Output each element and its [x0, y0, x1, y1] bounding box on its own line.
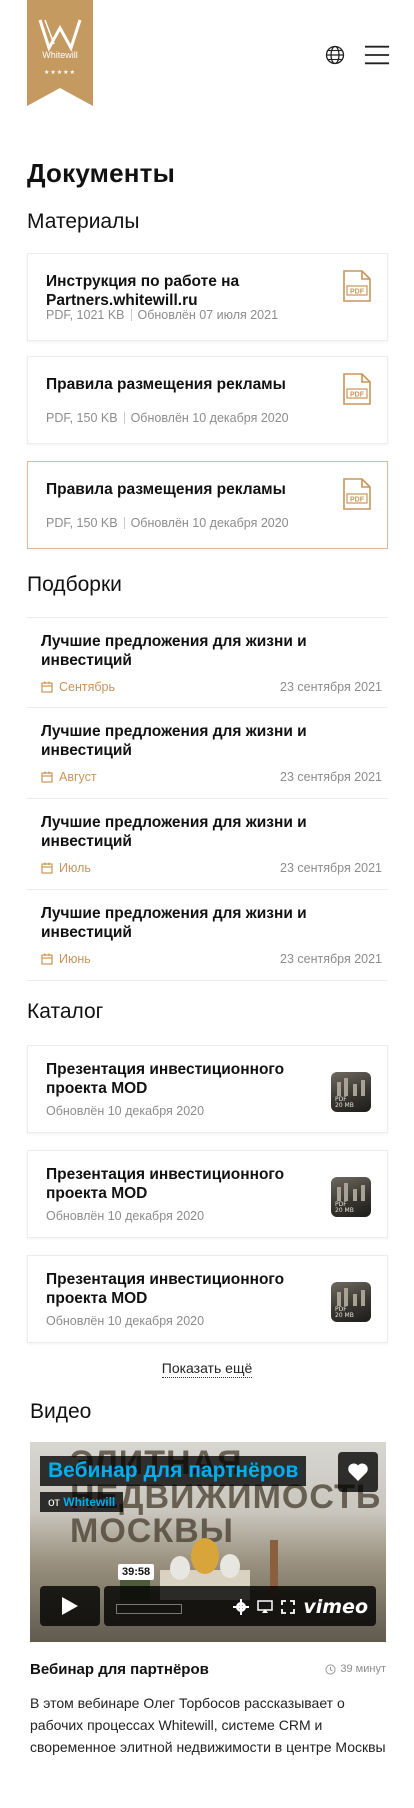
catalog-updated: Обновлён 10 декабря 2020 [46, 1314, 205, 1328]
vimeo-logo[interactable]: vimeo [303, 1596, 368, 1618]
catalog-thumbnail[interactable]: PDF 20 MB [331, 1072, 371, 1112]
video-player[interactable]: ЭЛИТНАЯ НЕДВИЖИМОСТЬ МОСКВЫ Вебинар для … [30, 1442, 386, 1642]
airplay-icon[interactable] [257, 1600, 274, 1614]
logo-text: Whitewill [42, 50, 78, 60]
material-meta: PDF, 150 KB Обновлён 10 декабря 2020 [46, 516, 289, 530]
thumb-size: 20 MB [335, 1102, 354, 1109]
selection-month: Август [41, 770, 97, 784]
logo-ribbon-icon: Whitewill ★★★★★ [27, 0, 93, 106]
video-name: Вебинар для партнёров [30, 1661, 209, 1678]
play-button[interactable] [40, 1586, 100, 1626]
selection-month-label: Сентябрь [59, 680, 115, 694]
selection-month-label: Июль [59, 861, 91, 875]
material-card[interactable]: Правила размещения рекламы PDF, 150 KB Об… [27, 461, 388, 549]
whitewill-logo[interactable]: Whitewill ★★★★★ [27, 0, 93, 106]
catalog-title: Презентация инвестиционного проекта MOD [46, 1271, 285, 1307]
selection-title: Лучшие предложения для жизни и инвестици… [41, 814, 307, 850]
material-updated: Обновлён 10 декабря 2020 [130, 411, 289, 425]
material-meta: PDF, 150 KB Обновлён 10 декабря 2020 [46, 411, 289, 425]
catalog-title: Презентация инвестиционного проекта MOD [46, 1061, 285, 1097]
catalog-card[interactable]: Презентация инвестиционного проекта MOD … [27, 1255, 388, 1343]
selection-date: 23 сентября 2021 [280, 952, 382, 966]
selection-date: 23 сентября 2021 [280, 770, 382, 784]
material-title: Правила размещения рекламы [46, 481, 286, 498]
catalog-thumbnail[interactable]: PDF 20 MB [331, 1282, 371, 1322]
hamburger-menu-icon[interactable] [364, 42, 390, 68]
material-format: PDF, 1021 KB [46, 308, 125, 322]
heart-icon [348, 1463, 368, 1481]
material-card[interactable]: Инструкция по работе на Partners.whitewi… [27, 253, 388, 341]
video-overlay-title-text[interactable]: Вебинар для партнёров [48, 1459, 298, 1482]
material-updated: Обновлён 10 декабря 2020 [130, 516, 289, 530]
clock-icon [325, 1663, 336, 1675]
catalog-title: Презентация инвестиционного проекта MOD [46, 1166, 285, 1202]
video-by-prefix: от [48, 1495, 60, 1509]
selection-month-label: Август [59, 770, 97, 784]
selection-title: Лучшие предложения для жизни и инвестици… [41, 905, 307, 941]
material-format: PDF, 150 KB [46, 411, 118, 425]
video-author-link[interactable]: Whitewill [63, 1495, 115, 1509]
video-duration: 39 минут [325, 1663, 386, 1675]
catalog-section-title: Каталог [27, 1000, 104, 1023]
material-card[interactable]: Правила размещения рекламы PDF, 150 KB Об… [27, 356, 388, 444]
like-button[interactable] [338, 1452, 378, 1492]
selection-month: Июль [41, 861, 91, 875]
selection-title: Лучшие предложения для жизни и инвестици… [41, 633, 307, 669]
selection-title: Лучшие предложения для жизни и инвестици… [41, 723, 307, 759]
catalog-thumbnail[interactable]: PDF 20 MB [331, 1177, 371, 1217]
selection-date: 23 сентября 2021 [280, 861, 382, 875]
pdf-file-icon[interactable]: PDF [343, 478, 371, 510]
material-title: Правила размещения рекламы [46, 376, 286, 393]
pdf-label: PDF [350, 289, 365, 296]
selection-item[interactable]: Лучшие предложения для жизни и инвестици… [27, 798, 388, 888]
video-description: В этом вебинаре Олег Торбосов рассказыва… [30, 1695, 386, 1755]
video-duration-label: 39 минут [340, 1663, 386, 1675]
pdf-label: PDF [350, 497, 365, 504]
calendar-icon [41, 681, 53, 693]
globe-icon[interactable] [322, 42, 348, 68]
catalog-card[interactable]: Презентация инвестиционного проекта MOD … [27, 1150, 388, 1238]
pdf-file-icon[interactable]: PDF [343, 270, 371, 302]
thumb-size: 20 MB [335, 1207, 354, 1214]
selection-item[interactable]: Лучшие предложения для жизни и инвестици… [27, 707, 388, 797]
fullscreen-icon[interactable] [281, 1600, 296, 1614]
settings-gear-icon[interactable] [233, 1599, 250, 1615]
selection-item[interactable]: Лучшие предложения для жизни и инвестици… [27, 617, 388, 707]
logo-stars: ★★★★★ [44, 69, 76, 76]
show-more-link[interactable]: Показать ещё [0, 1360, 414, 1378]
selection-item[interactable]: Лучшие предложения для жизни и инвестици… [27, 889, 388, 981]
video-progress-bar[interactable]: 39:58 vimeo [104, 1564, 376, 1626]
video-overlay-title[interactable]: Вебинар для партнёров [40, 1456, 307, 1486]
material-title: Инструкция по работе на Partners.whitewi… [46, 273, 240, 309]
selection-date: 23 сентября 2021 [280, 680, 382, 694]
selections-section-title: Подборки [27, 573, 122, 596]
thumb-size: 20 MB [335, 1312, 354, 1319]
selection-month: Сентябрь [41, 680, 115, 694]
material-updated: Обновлён 07 июля 2021 [137, 308, 279, 322]
video-controls: 39:58 vimeo [40, 1564, 376, 1626]
video-section-title: Видео [30, 1400, 92, 1423]
play-icon [62, 1597, 78, 1615]
catalog-card[interactable]: Презентация инвестиционного проекта MOD … [27, 1045, 388, 1133]
selection-month-label: Июнь [59, 952, 91, 966]
show-more-label[interactable]: Показать ещё [161, 1360, 253, 1378]
materials-section-title: Материалы [27, 210, 140, 233]
selection-month: Июнь [41, 952, 91, 966]
calendar-icon [41, 771, 53, 783]
catalog-updated: Обновлён 10 декабря 2020 [46, 1209, 205, 1223]
video-byline: от Whitewill [40, 1492, 124, 1512]
calendar-icon [41, 953, 53, 965]
pdf-file-icon[interactable]: PDF [343, 373, 371, 405]
video-time: 39:58 [118, 1564, 155, 1580]
video-progress-track[interactable] [116, 1604, 182, 1614]
catalog-updated: Обновлён 10 декабря 2020 [46, 1104, 205, 1118]
page-title: Документы [27, 158, 175, 188]
material-meta: PDF, 1021 KB Обновлён 07 июля 2021 [46, 308, 278, 322]
material-format: PDF, 150 KB [46, 516, 118, 530]
pdf-label: PDF [350, 392, 365, 399]
calendar-icon [41, 862, 53, 874]
